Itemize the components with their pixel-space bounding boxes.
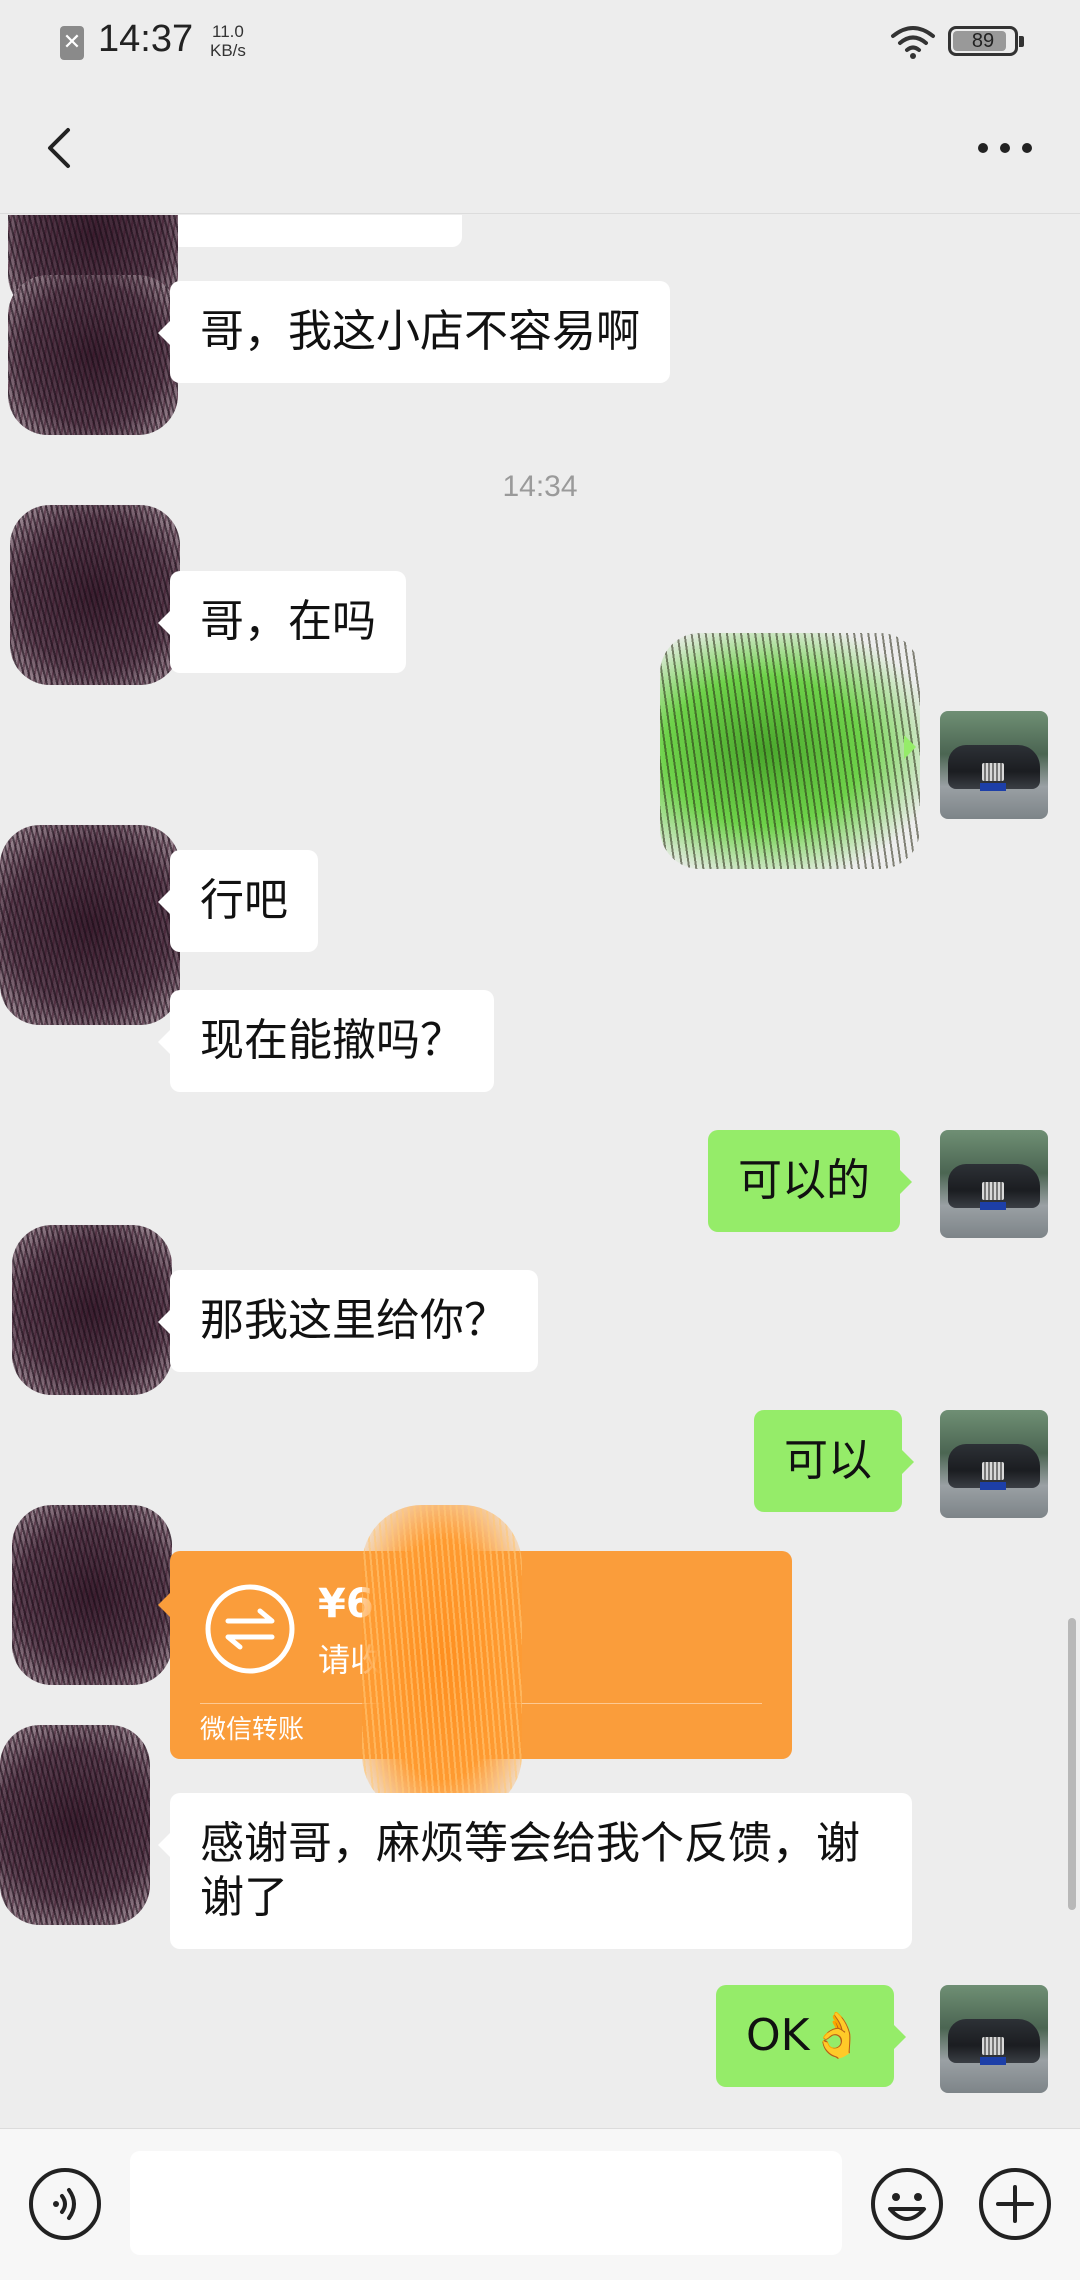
car-grill [982, 1462, 1004, 1480]
user-avatar-icon[interactable] [940, 1985, 1048, 2093]
message-bubble-incoming[interactable]: 感谢哥，麻烦等会给我个反馈，谢谢了 [158, 1793, 912, 1949]
message-bubble-partial [158, 215, 462, 247]
transfer-icon [205, 1584, 295, 1674]
car-plate [980, 2057, 1006, 2065]
plus-icon[interactable] [978, 2167, 1052, 2241]
more-dots-icon[interactable] [975, 136, 1035, 160]
message-timestamp: 14:34 [502, 470, 578, 503]
notification-close-icon: ✕ [60, 26, 84, 60]
scrollbar[interactable] [1068, 1618, 1076, 1910]
redacted-message-bubble[interactable] [660, 633, 920, 869]
contact-avatar-icon[interactable] [0, 1725, 150, 1925]
status-time: 14:37 [98, 18, 194, 60]
emoji-icon[interactable] [870, 2167, 944, 2241]
chat-message-list[interactable]: 哥，我这小店不容易啊 14:34 哥，在吗 行吧 现在能撤吗？ 可以的 那我这里… [0, 215, 1080, 2128]
chat-title-bar [0, 86, 1080, 214]
wifi-icon [891, 26, 935, 59]
battery-icon: 89 [948, 26, 1024, 56]
network-speed-unit: KB/s [210, 41, 246, 60]
redaction-scribble [362, 1505, 522, 1815]
contact-avatar-icon[interactable] [8, 275, 178, 435]
bubble-tail [904, 735, 916, 759]
car-grill [982, 763, 1004, 781]
message-bubble-incoming[interactable]: 哥，我这小店不容易啊 [158, 281, 670, 383]
message-input[interactable] [130, 2151, 842, 2255]
user-avatar-icon[interactable] [940, 711, 1048, 819]
car-grill [982, 1182, 1004, 1200]
chevron-left-icon[interactable] [40, 126, 80, 170]
transfer-footer: 微信转账 [200, 1715, 305, 1745]
message-bubble-incoming[interactable]: 哥，在吗 [158, 571, 406, 673]
network-speed: 11.0 KB/s [210, 22, 246, 60]
message-bubble-incoming[interactable]: 现在能撤吗？ [158, 990, 494, 1092]
car-grill [982, 2037, 1004, 2055]
contact-avatar-icon[interactable] [12, 1505, 172, 1685]
message-bubble-outgoing[interactable]: OK👌 [716, 1985, 907, 2087]
voice-icon[interactable] [28, 2167, 102, 2241]
user-avatar-icon[interactable] [940, 1130, 1048, 1238]
message-bubble-outgoing[interactable]: 可以的 [708, 1130, 912, 1232]
contact-avatar-icon[interactable] [0, 825, 180, 1025]
car-plate [980, 1482, 1006, 1490]
message-bubble-outgoing[interactable]: 可以 [754, 1410, 914, 1512]
message-bubble-incoming[interactable]: 行吧 [158, 850, 318, 952]
bubble-tail [158, 1593, 170, 1617]
message-bubble-incoming[interactable]: 那我这里给你？ [158, 1270, 538, 1372]
contact-avatar-icon[interactable] [12, 1225, 172, 1395]
network-speed-value: 11.0 [212, 22, 244, 41]
battery-level: 89 [971, 30, 995, 52]
contact-avatar-icon[interactable] [10, 505, 180, 685]
chat-input-bar [0, 2128, 1080, 2280]
battery-tip [1019, 36, 1024, 47]
user-avatar-icon[interactable] [940, 1410, 1048, 1518]
status-bar: ✕ 14:37 11.0 KB/s 89 [0, 0, 1080, 86]
car-plate [980, 1202, 1006, 1210]
car-plate [980, 783, 1006, 791]
